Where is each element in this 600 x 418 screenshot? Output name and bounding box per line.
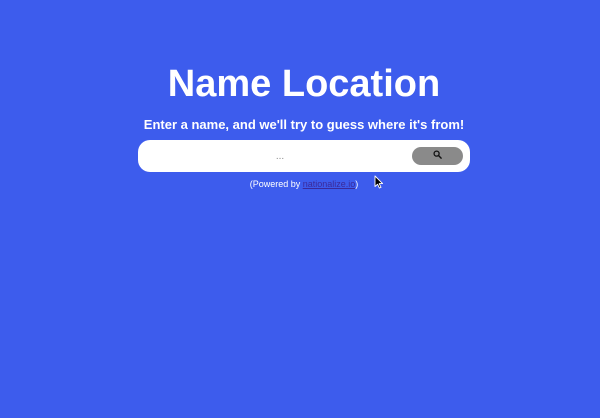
powered-by-text: (Powered by nationalize.io) (0, 179, 600, 190)
search-icon (433, 150, 442, 159)
page: Name Location Enter a name, and we'll tr… (0, 0, 600, 418)
powered-by-prefix: (Powered by (249, 179, 303, 189)
search-button[interactable] (412, 147, 463, 165)
mouse-pointer-icon (374, 175, 384, 189)
nationalize-link[interactable]: nationalize.io (303, 179, 356, 189)
search-bar (138, 140, 470, 172)
page-subtitle: Enter a name, and we'll try to guess whe… (143, 117, 465, 132)
name-search-input[interactable] (152, 146, 408, 166)
powered-by-suffix: ) (355, 179, 359, 189)
page-title: Name Location (167, 63, 441, 105)
